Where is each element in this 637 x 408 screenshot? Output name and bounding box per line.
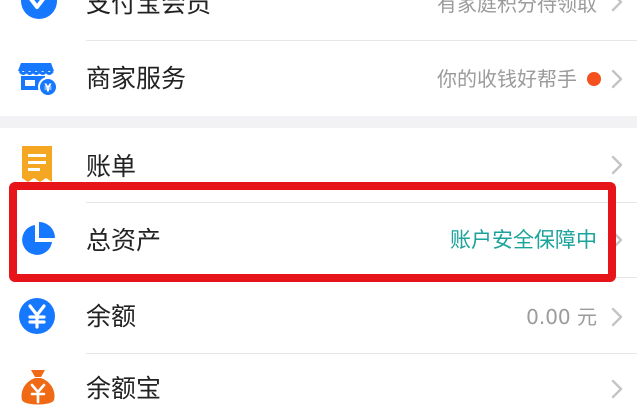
row-label: 总资产 <box>86 226 162 255</box>
svg-text:¥: ¥ <box>44 82 52 95</box>
menu-row-alipay-member[interactable]: 支付宝会员 有家庭积分待领取 <box>0 0 637 40</box>
row-hint: 你的收钱好帮手 <box>437 67 577 91</box>
shop-icon: ¥ <box>18 63 58 97</box>
menu-row-balance[interactable]: 余额 0.00 元 <box>0 278 637 353</box>
row-hint: 有家庭积分待领取 <box>437 0 597 16</box>
pie-chart-icon <box>22 222 55 255</box>
menu-row-bill[interactable]: 账单 <box>0 128 637 202</box>
row-label: 支付宝会员 <box>86 0 212 18</box>
notification-dot <box>587 72 601 86</box>
menu-row-total-assets[interactable]: 总资产 账户安全保障中 <box>0 203 637 277</box>
row-label: 余额 <box>86 302 137 331</box>
alipay-member-icon <box>21 0 57 19</box>
row-hint: 账户安全保障中 <box>450 228 597 252</box>
menu-row-yuebao[interactable]: 余额宝 <box>0 354 637 405</box>
chevron-right-icon <box>611 69 623 89</box>
chevron-right-icon <box>611 155 623 175</box>
yuan-coin-icon <box>19 298 55 334</box>
chevron-right-icon <box>611 0 623 12</box>
menu-row-merchant[interactable]: ¥ 商家服务 你的收钱好帮手 <box>0 41 637 116</box>
row-label: 账单 <box>86 152 137 181</box>
row-label: 商家服务 <box>86 64 187 93</box>
section-gap <box>0 116 637 128</box>
chevron-right-icon <box>611 379 623 399</box>
row-label: 余额宝 <box>86 374 162 403</box>
money-bag-icon <box>21 370 55 405</box>
chevron-right-icon <box>611 230 623 250</box>
chevron-right-icon <box>611 307 623 327</box>
bill-icon <box>22 146 52 182</box>
row-hint: 0.00 元 <box>526 305 597 329</box>
